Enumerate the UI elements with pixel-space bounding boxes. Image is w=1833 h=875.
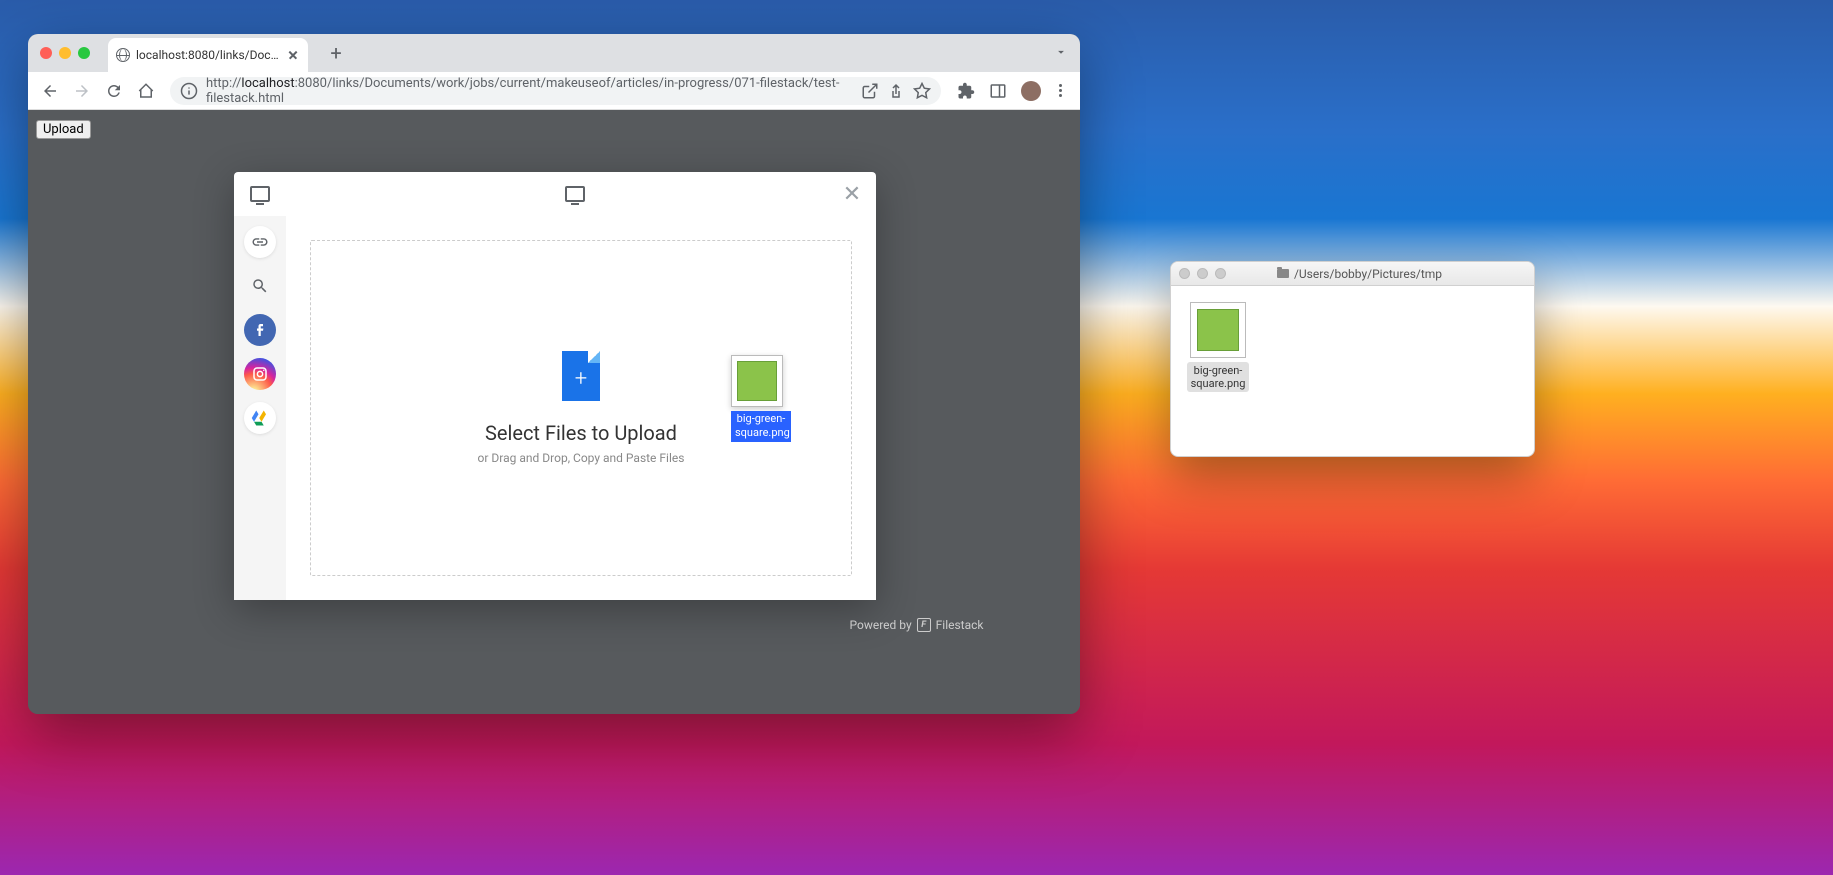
minimize-window-button[interactable] <box>59 47 71 59</box>
tab-title: localhost:8080/links/Documen <box>136 48 280 62</box>
forward-button[interactable] <box>68 77 96 105</box>
finder-path-text: /Users/bobby/Pictures/tmp <box>1294 267 1442 281</box>
dragged-file-label: big-green-square.png <box>731 411 791 442</box>
finder-window: /Users/bobby/Pictures/tmp big-green-squa… <box>1170 261 1535 457</box>
reload-button[interactable] <box>100 77 128 105</box>
globe-icon <box>116 48 130 62</box>
search-source-button[interactable] <box>244 270 276 302</box>
url-bar[interactable]: http://localhost:8080/links/Documents/wo… <box>170 77 941 105</box>
tabs-dropdown-button[interactable] <box>1054 45 1068 62</box>
facebook-source-button[interactable] <box>244 314 276 346</box>
add-file-icon[interactable] <box>562 351 600 401</box>
instagram-source-button[interactable] <box>244 358 276 390</box>
monitor-icon[interactable] <box>250 186 270 202</box>
site-info-icon[interactable] <box>180 82 198 100</box>
window-controls <box>40 47 90 59</box>
modal-footer: Powered by F Filestack <box>850 618 984 632</box>
link-source-button[interactable] <box>244 226 276 258</box>
source-sidebar <box>234 216 286 600</box>
sidepanel-icon[interactable] <box>989 82 1007 100</box>
browser-tab[interactable]: localhost:8080/links/Documen <box>108 38 308 72</box>
chrome-titlebar: localhost:8080/links/Documen + <box>28 34 1080 72</box>
dropzone-area: Select Files to Upload or Drag and Drop,… <box>286 216 876 600</box>
finder-maximize-button[interactable] <box>1215 268 1226 279</box>
file-thumbnail <box>1190 302 1246 358</box>
extensions-icon[interactable] <box>957 82 975 100</box>
googledrive-source-button[interactable] <box>244 402 276 434</box>
monitor-icon <box>565 186 585 202</box>
filestack-upload-modal: ✕ Select Files to Upload <box>234 172 876 600</box>
finder-minimize-button[interactable] <box>1197 268 1208 279</box>
chrome-menu-button[interactable] <box>1055 80 1066 101</box>
modal-close-button[interactable]: ✕ <box>840 182 864 206</box>
open-external-icon[interactable] <box>861 82 879 100</box>
filestack-logo-icon: F <box>917 618 931 632</box>
filestack-brand-text: Filestack <box>936 618 984 632</box>
finder-titlebar: /Users/bobby/Pictures/tmp <box>1171 262 1534 286</box>
close-window-button[interactable] <box>40 47 52 59</box>
bookmark-star-icon[interactable] <box>913 82 931 100</box>
finder-title: /Users/bobby/Pictures/tmp <box>1233 267 1526 281</box>
home-button[interactable] <box>132 77 160 105</box>
file-label: big-green-square.png <box>1187 362 1249 392</box>
dropzone-center: Select Files to Upload or Drag and Drop,… <box>478 351 685 465</box>
toolbar-icons <box>957 80 1066 101</box>
file-dropzone[interactable]: Select Files to Upload or Drag and Drop,… <box>310 240 852 576</box>
maximize-window-button[interactable] <box>78 47 90 59</box>
finder-file-item[interactable]: big-green-square.png <box>1187 302 1249 392</box>
finder-body[interactable]: big-green-square.png <box>1171 286 1534 408</box>
modal-header: ✕ <box>234 172 876 216</box>
chrome-toolbar: http://localhost:8080/links/Documents/wo… <box>28 72 1080 110</box>
folder-icon <box>1277 269 1289 278</box>
dragged-file[interactable]: big-green-square.png <box>731 355 791 442</box>
url-text: http://localhost:8080/links/Documents/wo… <box>206 76 853 106</box>
share-icon[interactable] <box>887 82 905 100</box>
back-button[interactable] <box>36 77 64 105</box>
tab-close-button[interactable] <box>286 48 300 62</box>
upload-button[interactable]: Upload <box>36 120 91 139</box>
dropzone-title: Select Files to Upload <box>478 421 685 445</box>
dropzone-subtitle: or Drag and Drop, Copy and Paste Files <box>478 451 685 465</box>
powered-by-text: Powered by <box>850 618 912 632</box>
modal-body: Select Files to Upload or Drag and Drop,… <box>234 216 876 600</box>
finder-close-button[interactable] <box>1179 268 1190 279</box>
new-tab-button[interactable]: + <box>324 41 348 65</box>
dragged-file-thumbnail <box>731 355 783 407</box>
profile-avatar[interactable] <box>1021 81 1041 101</box>
